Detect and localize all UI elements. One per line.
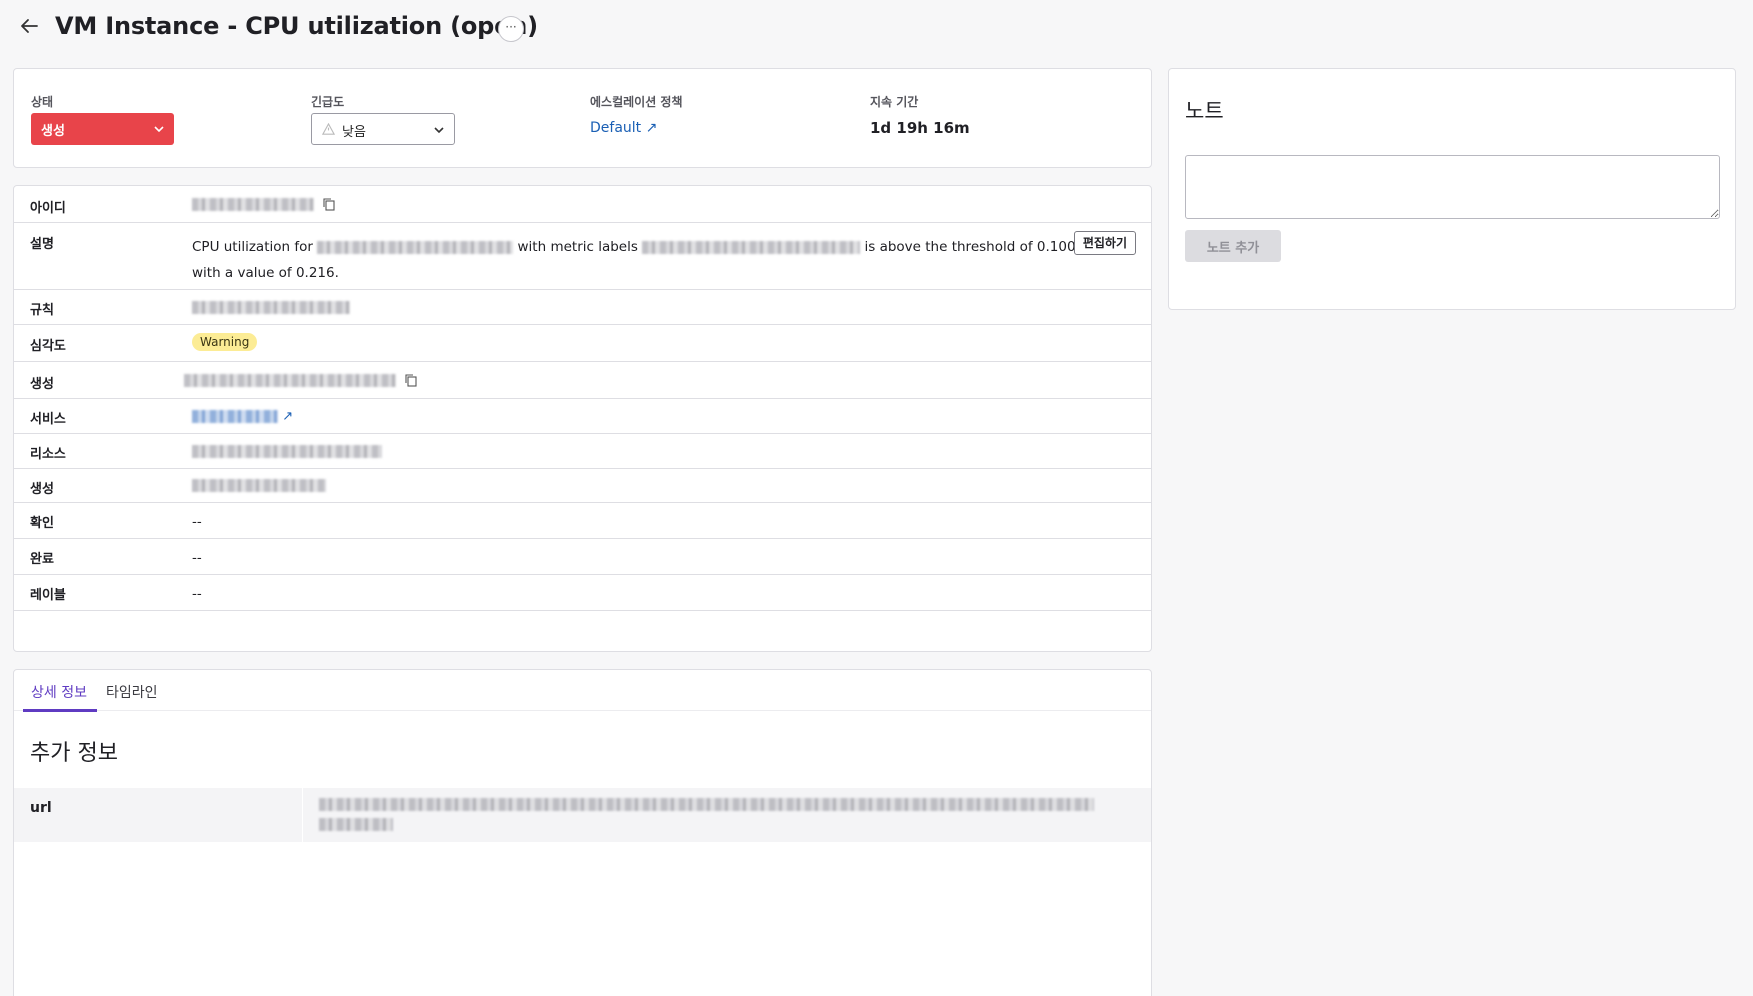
more-options-button[interactable]: ··· (498, 16, 524, 42)
description-label: 설명 (30, 237, 54, 252)
urgency-label: 긴급도 (311, 95, 345, 109)
service-label: 서비스 (30, 412, 66, 427)
acknowledged-label: 확인 (30, 516, 54, 531)
created-by-value (184, 372, 418, 388)
tab-details[interactable]: 상세 정보 (23, 680, 97, 712)
detail-row-created: 생성 (14, 469, 1151, 503)
urgency-value: 낮음 (342, 125, 366, 140)
state-label: 상태 (31, 95, 54, 109)
incident-details-card: 아이디 설명 CPU utilization for with metric l… (13, 185, 1152, 652)
state-value: 생성 (41, 124, 65, 139)
additional-info-title: 추가 정보 (30, 741, 118, 766)
detail-row-resolved: 완료 -- (14, 539, 1151, 575)
warning-triangle-icon (322, 123, 335, 135)
acknowledged-value: -- (192, 514, 202, 530)
notes-textarea[interactable] (1185, 155, 1720, 219)
detail-row-severity: 심각도 Warning (14, 325, 1151, 362)
page-title: VM Instance - CPU utilization (open) (55, 12, 538, 40)
resource-label: 리소스 (30, 447, 66, 462)
severity-label: 심각도 (30, 339, 66, 354)
redacted-resource-id (192, 444, 382, 458)
created-label: 생성 (30, 482, 54, 497)
escalation-policy-label: 에스컬레이션 정책 (590, 95, 683, 109)
redacted-url-line1 (319, 798, 1094, 811)
detail-row-service: 서비스 ↗ (14, 399, 1151, 434)
status-card: 상태 생성 긴급도 낮음 에스컬레이션 정책 Default ↗ 지속 기간 1… (13, 68, 1152, 168)
chevron-down-icon (154, 126, 164, 133)
detail-row-resource: 리소스 (14, 434, 1151, 469)
tab-divider (14, 710, 1151, 711)
rule-label: 규칙 (30, 303, 54, 318)
notes-title: 노트 (1185, 99, 1224, 123)
detail-row-description: 설명 CPU utilization for with metric label… (14, 223, 1151, 290)
chevron-down-icon (434, 127, 444, 134)
labels-label: 레이블 (30, 588, 66, 603)
id-label: 아이디 (30, 201, 66, 216)
escalation-policy-link[interactable]: Default ↗ (590, 120, 657, 136)
urgency-dropdown[interactable]: 낮음 (311, 113, 455, 145)
created-value (192, 477, 326, 493)
redacted-rule (192, 300, 350, 314)
tab-timeline[interactable]: 타임라인 (106, 680, 158, 712)
redacted-id (192, 197, 314, 211)
id-value (192, 196, 336, 212)
redacted-service (192, 409, 278, 423)
duration-label: 지속 기간 (870, 95, 919, 109)
add-note-button[interactable]: 노트 추가 (1185, 230, 1281, 262)
redacted-labels (642, 240, 861, 254)
external-link-icon: ↗ (282, 409, 294, 424)
resolved-label: 완료 (30, 552, 54, 567)
state-dropdown[interactable]: 생성 (31, 113, 174, 145)
url-key: url (30, 800, 52, 816)
detail-row-acknowledged: 확인 -- (14, 503, 1151, 539)
redacted-created-time (192, 478, 326, 492)
detail-row-id: 아이디 (14, 186, 1151, 223)
resolved-value: -- (192, 550, 202, 566)
severity-badge: Warning (192, 333, 258, 351)
created-by-label: 생성 (30, 377, 54, 392)
column-divider (302, 788, 303, 842)
severity-value: Warning (192, 333, 258, 351)
additional-info-card: 상세 정보 타임라인 추가 정보 url (13, 669, 1152, 996)
resource-value (192, 443, 382, 459)
detail-row-labels: 레이블 -- (14, 575, 1151, 611)
labels-value: -- (192, 586, 202, 602)
redacted-resource (317, 240, 514, 254)
rule-value (192, 299, 350, 315)
copy-icon[interactable] (322, 197, 336, 211)
service-link[interactable]: ↗ (192, 408, 293, 424)
detail-row-rule: 규칙 (14, 290, 1151, 325)
info-row-url: url (14, 788, 1151, 842)
edit-button[interactable]: 편집하기 (1073, 231, 1136, 255)
redacted-creator (184, 373, 396, 387)
detail-row-created-by: 생성 (14, 362, 1151, 399)
redacted-url-line2 (319, 818, 393, 831)
page-header: VM Instance - CPU utilization (open) ··· (0, 0, 1753, 58)
duration-value: 1d 19h 16m (870, 119, 970, 137)
back-arrow-icon[interactable] (18, 15, 40, 37)
copy-icon[interactable] (404, 373, 418, 387)
description-text: CPU utilization for with metric labels i… (192, 239, 1076, 281)
notes-card: 노트 노트 추가 (1168, 68, 1736, 310)
